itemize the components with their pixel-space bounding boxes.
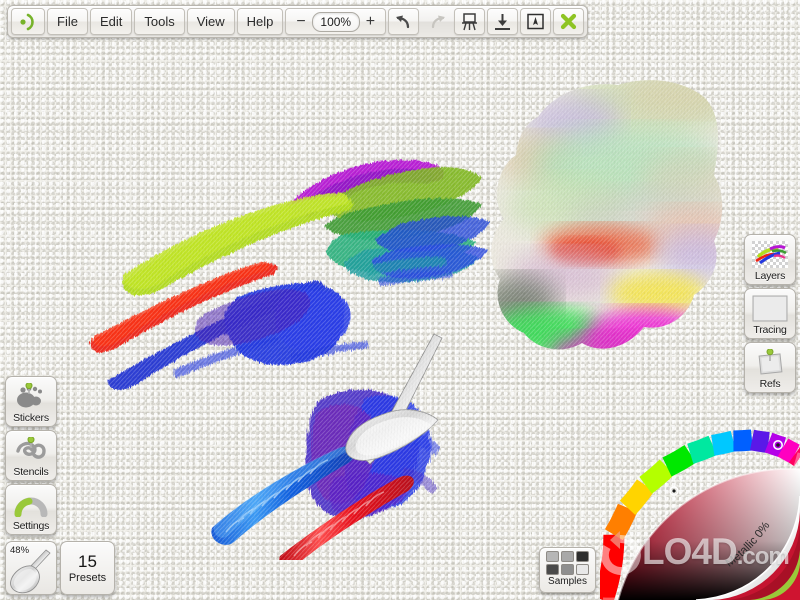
refs-label: Refs: [759, 378, 781, 390]
swatch-3[interactable]: [576, 551, 589, 562]
menu-help-label: Help: [246, 14, 274, 29]
artrage-logo-button[interactable]: [11, 8, 45, 35]
zoom-out-button[interactable]: −: [291, 13, 310, 30]
easel-icon: [462, 13, 478, 31]
zoom-control[interactable]: − 100% +: [285, 8, 387, 35]
tracing-label: Tracing: [753, 324, 787, 336]
import-button[interactable]: [487, 8, 519, 35]
palette-knife-cursor: [345, 333, 443, 465]
menu-tools[interactable]: Tools: [134, 8, 185, 35]
menu-tools-label: Tools: [144, 14, 175, 29]
artrage-logo-icon: [20, 13, 34, 30]
layers-thumbnail-icon: [751, 239, 789, 269]
swatch-6[interactable]: [576, 564, 589, 575]
swatch-4[interactable]: [546, 564, 559, 575]
menu-file-label: File: [57, 14, 78, 29]
artwork-acrylic-strokes: [90, 159, 490, 391]
stickers-label: Stickers: [13, 412, 49, 424]
menu-file[interactable]: File: [47, 8, 88, 35]
tracing-button[interactable]: Tracing: [744, 288, 796, 339]
green-x-icon: [561, 13, 577, 30]
zoom-in-button[interactable]: +: [361, 13, 380, 30]
presets-count: 15: [78, 552, 97, 572]
undo-button[interactable]: [388, 8, 420, 35]
presets-button[interactable]: 15 Presets: [60, 541, 115, 595]
menu-edit-label: Edit: [99, 14, 123, 29]
menu-help[interactable]: Help: [236, 8, 284, 35]
stencils-button[interactable]: Stencils: [5, 430, 57, 481]
samples-label: Samples: [548, 576, 587, 587]
layers-label: Layers: [754, 270, 786, 282]
stencils-label: Stencils: [13, 466, 49, 478]
pen-mode-button[interactable]: [520, 8, 552, 35]
easel-button[interactable]: [454, 8, 486, 35]
settings-button[interactable]: Settings: [5, 484, 57, 535]
down-arrow-bar-icon: [495, 14, 511, 30]
main-toolbar[interactable]: File Edit Tools View Help − 100% +: [7, 5, 589, 38]
refs-button[interactable]: Refs: [744, 342, 796, 393]
menu-edit[interactable]: Edit: [89, 8, 133, 35]
menu-view-label: View: [196, 14, 225, 29]
color-picker-wheel[interactable]: Metallic 0%: [600, 395, 800, 600]
layers-button[interactable]: Layers: [744, 234, 796, 285]
pinned-photo-icon: [751, 347, 789, 377]
gauge-dial-icon: [12, 489, 50, 519]
menu-view[interactable]: View: [186, 8, 235, 35]
settings-label: Settings: [12, 520, 50, 532]
undo-arrow-icon: [395, 15, 409, 28]
zoom-value[interactable]: 100%: [311, 11, 360, 32]
swatch-2[interactable]: [561, 551, 574, 562]
boxed-pen-icon: [527, 13, 544, 30]
samples-swatch-grid[interactable]: [546, 551, 589, 575]
artwork-watercolor-wash: [491, 80, 723, 350]
redo-arrow-icon: [431, 15, 445, 28]
samples-button[interactable]: Samples: [539, 547, 596, 593]
swatch-1[interactable]: [546, 551, 559, 562]
tracing-blank-icon: [751, 293, 789, 323]
close-button[interactable]: [553, 8, 585, 35]
footprint-pin-icon: [12, 381, 50, 411]
brush-size-label: 48%: [10, 545, 30, 556]
brush-preview[interactable]: 48%: [5, 541, 57, 595]
stencil-swirl-icon: [12, 435, 50, 465]
stickers-button[interactable]: Stickers: [5, 376, 57, 427]
redo-button[interactable]: [421, 8, 452, 35]
presets-label: Presets: [68, 571, 107, 584]
artwork-impasto-oils: [211, 333, 443, 560]
swatch-5[interactable]: [561, 564, 574, 575]
sv-marker-icon[interactable]: [669, 486, 679, 496]
